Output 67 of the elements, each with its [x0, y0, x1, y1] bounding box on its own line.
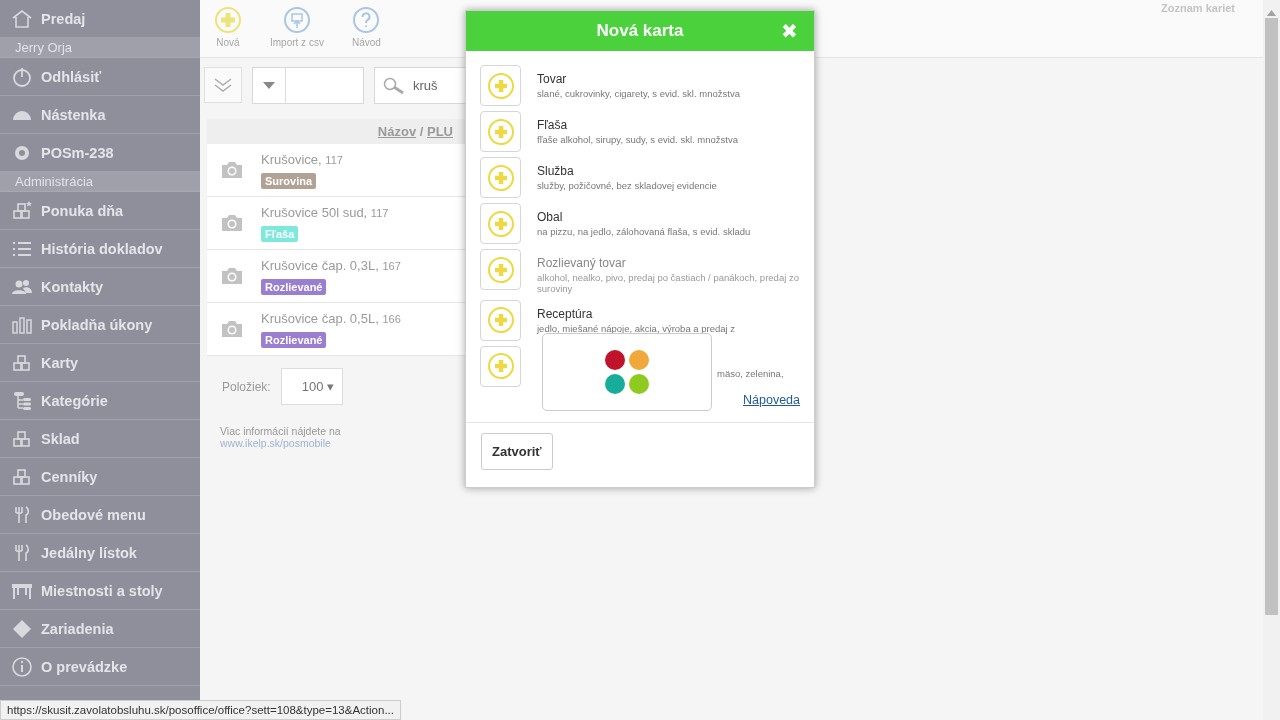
camera-icon [220, 319, 244, 339]
toolbar-button[interactable]: Import z csv [256, 0, 338, 57]
sidebar-item[interactable]: Pokladňa úkony [0, 306, 200, 344]
plus-icon [486, 71, 515, 100]
help-link[interactable]: Nápoveda [743, 392, 800, 407]
sidebar-item-icon [11, 199, 33, 222]
sidebar-item[interactable]: Zariadenia [0, 610, 200, 648]
item-tag: Rozlievané [261, 331, 327, 348]
sidebar-item[interactable]: Cenníky [0, 458, 200, 496]
plus-icon [486, 306, 515, 335]
sort-by-name-link[interactable]: Názov [377, 124, 417, 139]
plus-icon [486, 163, 515, 192]
sidebar-section-label: Administrácia [0, 172, 200, 192]
plus-icon [486, 352, 515, 381]
item-tag: Fľaša [261, 225, 299, 242]
sidebar-item[interactable]: Sklad [0, 420, 200, 458]
info-text: Viac informácií nájdete na www.ikelp.sk/posmobile [219, 424, 342, 451]
toolbar-button[interactable]: Nová [200, 0, 256, 57]
sidebar-item-icon [11, 7, 33, 30]
plus-icon [486, 209, 515, 238]
plus-icon [486, 117, 515, 146]
sidebar-item-icon [11, 655, 33, 678]
scroll-up-icon[interactable] [1267, 10, 1276, 16]
items-per-page-label: Položiek: [222, 379, 271, 394]
camera-icon [220, 213, 244, 233]
item-name[interactable]: Krušovice, 117 [261, 151, 343, 167]
sidebar-item[interactable]: Kategórie [0, 382, 200, 420]
card-type-option[interactable]: Tovar slané, cukrovinky, cigarety, s evid. skl. množstva [480, 65, 800, 106]
search-icon [383, 76, 405, 95]
expand-button[interactable] [204, 67, 242, 103]
toolbar-button[interactable]: Návod [337, 0, 395, 57]
plus-icon [486, 255, 515, 284]
items-per-page-select[interactable]: 100 ▾ [280, 368, 344, 405]
sidebar-item[interactable]: Ponuka dňa [0, 192, 200, 230]
sidebar-item-icon [11, 389, 33, 412]
item-name[interactable]: Krušovice čap. 0,5L, 166 [261, 310, 401, 326]
scrollbar-thumb[interactable] [1265, 18, 1278, 615]
card-type-option[interactable]: Obal na pizzu, na jedlo, zálohovaná flaša, s evid. skladu [480, 203, 800, 244]
close-button[interactable]: ✖ [781, 19, 798, 43]
sidebar-item[interactable]: Miestnosti a stoly [0, 572, 200, 610]
info-link[interactable]: www.ikelp.sk/posmobile [220, 437, 331, 449]
sidebar-item[interactable]: Kontakty [0, 268, 200, 306]
card-type-option[interactable]: Služba služby, požičovné, bez skladovej evidencie [480, 157, 800, 198]
camera-icon [220, 266, 244, 286]
dialog-title: Nová karta [596, 21, 684, 41]
sidebar-item-icon [11, 65, 33, 88]
item-tag: Rozlievané [261, 278, 327, 295]
status-bar-url: https://skusit.zavolatobsluhu.sk/posoffice/office?sett=108&type=13&Action... [0, 700, 401, 720]
item-name[interactable]: Krušovice 50l sud, 117 [261, 204, 389, 220]
sidebar-section-label: Jerry Orja [0, 38, 200, 58]
sidebar-item[interactable]: Karty [0, 344, 200, 382]
item-tag: Surovina [261, 172, 317, 189]
sidebar-item-icon [11, 617, 33, 640]
card-type-option[interactable]: Fľaša fľaše alkohol, sirupy, sudy, s evid. skl. množstva [480, 111, 800, 152]
sort-by-plu-link[interactable]: PLU [427, 124, 453, 139]
help-icon [352, 6, 381, 34]
item-name[interactable]: Krušovice čap. 0,3L, 167 [261, 257, 401, 273]
header-separator: / [419, 124, 424, 139]
loading-dots-icon [604, 349, 650, 395]
camera-icon [220, 160, 244, 180]
close-dialog-button[interactable]: Zatvoriť [481, 432, 553, 470]
category-dropdown[interactable] [252, 67, 364, 104]
upload-icon [282, 6, 311, 34]
plus-icon [214, 6, 242, 34]
double-chevron-icon [213, 77, 233, 93]
caret-icon [263, 82, 275, 89]
card-type-option[interactable]: Rozlievaný tovar alkohol, nealko, pivo, predaj po častiach / panákoch, predaj zo suroviny [480, 249, 800, 295]
